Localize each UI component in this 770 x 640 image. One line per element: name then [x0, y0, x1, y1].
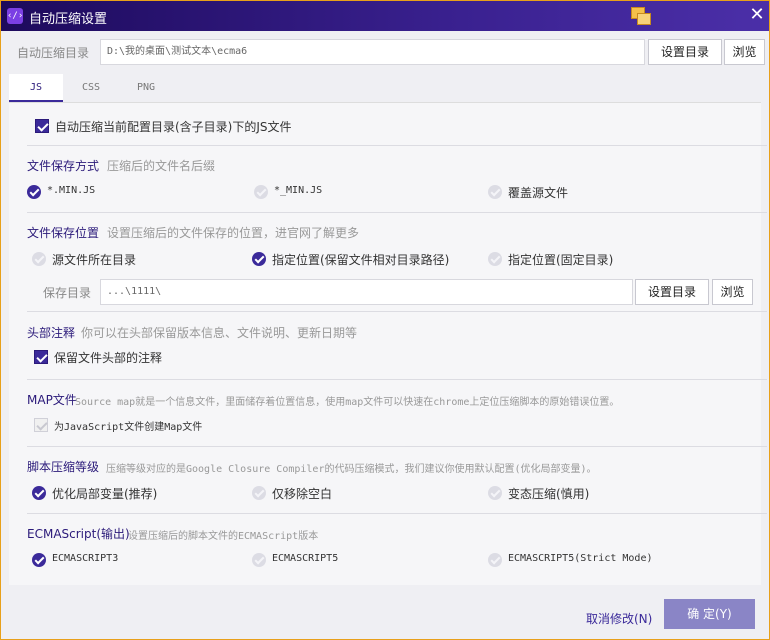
radio-selected-icon: [27, 185, 41, 199]
divider: [27, 446, 767, 447]
option-label: 变态压缩(慎用): [508, 487, 590, 501]
option-label: 保留文件头部的注释: [54, 351, 163, 365]
radio-unselected-icon: [488, 553, 502, 567]
tab-bar: JS CSS PNG: [9, 74, 769, 102]
cancel-changes-link[interactable]: 取消修改(N): [586, 610, 652, 627]
map-file-section: MAP文件 Source map就是一个信息文件，里面储存着位置信息，使用map…: [27, 391, 759, 439]
compress-level-title: 脚本压缩等级: [27, 460, 100, 474]
compress-level-section: 脚本压缩等级 压缩等级对应的是Google Closure Compiler的代…: [27, 458, 759, 508]
option-label: ECMASCRIPT3: [52, 553, 119, 564]
option-label: 覆盖源文件: [508, 186, 569, 200]
divider: [27, 145, 767, 146]
map-file-title: MAP文件: [27, 393, 77, 407]
tab-png[interactable]: PNG: [119, 74, 173, 102]
option-label: 源文件所在目录: [52, 253, 137, 267]
checkbox-checked-icon: [35, 119, 49, 133]
option-label: 仅移除空白: [272, 487, 333, 501]
option-label: 为JavaScript文件创建Map文件: [54, 422, 203, 433]
ok-button[interactable]: 确 定(Y): [664, 599, 755, 629]
js-settings-panel: 自动压缩当前配置目录(含子目录)下的JS文件 文件保存方式 压缩后的文件名后缀 …: [9, 102, 767, 585]
divider: [27, 212, 767, 213]
tab-js[interactable]: JS: [9, 74, 63, 102]
save-location-desc: 设置压缩后的文件保存的位置，进官网了解更多: [107, 226, 360, 240]
browse-button[interactable]: 浏览: [724, 39, 765, 65]
compress-dir-label: 自动压缩目录: [17, 46, 90, 60]
option-label: 优化局部变量(推荐): [52, 487, 158, 501]
save-location-title: 文件保存位置: [27, 226, 100, 240]
save-browse-button[interactable]: 浏览: [712, 279, 753, 305]
radio-selected-icon: [252, 252, 266, 266]
option-label: ECMASCRIPT5(Strict Mode): [508, 553, 653, 564]
option-label: *_MIN.JS: [274, 185, 323, 196]
ecmascript-desc: 设置压缩后的脚本文件的ECMAScript版本: [128, 531, 319, 542]
divider: [27, 513, 767, 514]
option-label: *.MIN.JS: [47, 185, 96, 196]
radio-unselected-icon: [252, 553, 266, 567]
ecmascript-title: ECMAScript(输出): [27, 527, 130, 541]
radio-unselected-icon: [488, 486, 502, 500]
map-file-desc: Source map就是一个信息文件，里面储存着位置信息，使用map文件可以快速…: [75, 397, 620, 408]
option-label: 指定位置(保留文件相对目录路径): [272, 253, 450, 267]
radio-unselected-icon: [252, 486, 266, 500]
option-label: ECMASCRIPT5: [272, 553, 339, 564]
set-dir-button[interactable]: 设置目录: [648, 39, 722, 65]
radio-unselected-icon: [32, 252, 46, 266]
dialog-footer: 取消修改(N) 确 定(Y): [1, 585, 769, 639]
tab-css[interactable]: CSS: [64, 74, 118, 102]
save-dir-label: 保存目录: [43, 286, 92, 300]
save-dir-input[interactable]: ...\1111\: [100, 279, 633, 305]
radio-unselected-icon: [488, 185, 502, 199]
ecmascript-section: ECMAScript(输出) 设置压缩后的脚本文件的ECMAScript版本 E…: [27, 525, 759, 575]
header-comment-section: 头部注释 你可以在头部保留版本信息、文件说明、更新日期等 保留文件头部的注释: [27, 324, 759, 372]
title-bar[interactable]: ‹/› 自动压缩设置 ✕: [1, 1, 769, 31]
radio-unselected-icon: [254, 185, 268, 199]
auto-compress-label: 自动压缩当前配置目录(含子目录)下的JS文件: [55, 120, 292, 134]
compress-dir-input[interactable]: D:\我的桌面\测试文本\ecma6: [100, 39, 645, 65]
pages-stack-icon[interactable]: [631, 7, 653, 27]
divider: [27, 311, 767, 312]
checkbox-checked-icon: [34, 350, 48, 364]
divider: [27, 379, 767, 380]
save-set-dir-button[interactable]: 设置目录: [635, 279, 709, 305]
checkbox-disabled-icon: [34, 418, 48, 432]
radio-selected-icon: [32, 553, 46, 567]
header-comment-desc: 你可以在头部保留版本信息、文件说明、更新日期等: [81, 326, 358, 340]
save-mode-title: 文件保存方式: [27, 159, 100, 173]
save-mode-desc: 压缩后的文件名后缀: [107, 159, 216, 173]
window-title: 自动压缩设置: [29, 12, 108, 27]
save-mode-section: 文件保存方式 压缩后的文件名后缀 *.MIN.JS *_MIN.JS 覆盖源文件: [27, 157, 759, 207]
close-button[interactable]: ✕: [747, 5, 767, 25]
header-comment-title: 头部注释: [27, 326, 76, 340]
radio-selected-icon: [32, 486, 46, 500]
compress-level-desc: 压缩等级对应的是Google Closure Compiler的代码压缩模式，我…: [106, 464, 597, 475]
radio-unselected-icon: [488, 252, 502, 266]
compress-dir-row: 自动压缩目录 D:\我的桌面\测试文本\ecma6 设置目录 浏览: [1, 37, 769, 67]
settings-window: ‹/› 自动压缩设置 ✕ 自动压缩目录 D:\我的桌面\测试文本\ecma6 设…: [0, 0, 770, 640]
save-location-section: 文件保存位置 设置压缩后的文件保存的位置，进官网了解更多 源文件所在目录 指定位…: [27, 224, 759, 305]
code-brackets-icon: ‹/›: [7, 8, 23, 24]
option-label: 指定位置(固定目录): [508, 253, 614, 267]
